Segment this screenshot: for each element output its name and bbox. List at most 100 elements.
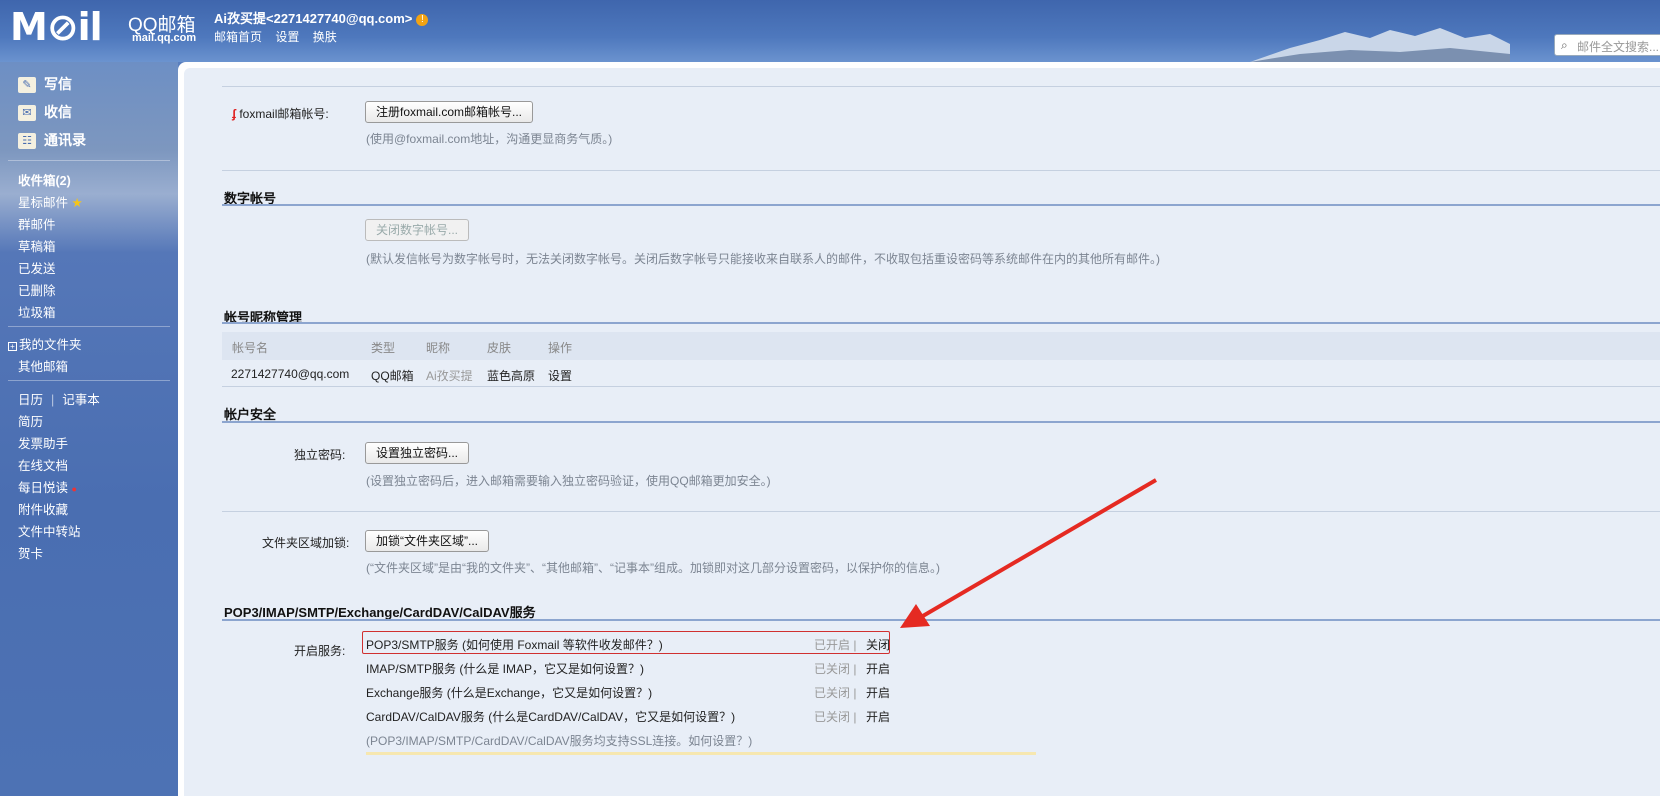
pencil-icon: ✎ [18,77,36,94]
service-name-exchange[interactable]: Exchange服务 (什么是Exchange，它又是如何设置？) [366,684,652,701]
calendar-link[interactable]: 日历 [18,393,43,407]
search-placeholder: 邮件全文搜索... [1577,40,1660,54]
write-label: 写信 [44,76,72,92]
write-button[interactable]: ✎ 写信 [18,74,72,94]
sidebar-item-daily-read[interactable]: 每日悦读 ● [18,477,77,496]
cell-type: QQ邮箱 [371,369,414,383]
new-dot-icon: ● [71,484,77,494]
divider [222,170,1660,171]
top-bar: M⊘il QQ邮箱 mail.qq.com Ai孜买提<2271427740@q… [0,0,1660,62]
contacts-icon: ☷ [18,133,36,150]
service-status-imap: 已关闭 | [814,662,857,676]
set-password-button[interactable]: 设置独立密码... [365,442,470,464]
logo-text: M⊘il [10,5,103,49]
sidebar-item-cards[interactable]: 贺卡 [18,543,43,562]
user-info: Ai孜买提<2271427740@qq.com>! [214,8,429,27]
password-note: (设置独立密码后，进入邮箱需要输入独立密码验证，使用QQ邮箱更加安全。) [366,474,771,488]
service-toggle-imap[interactable]: 开启 [866,660,890,677]
link-skin[interactable]: 换肤 [313,30,337,44]
foxmail-label-row: ʄ foxmail邮箱帐号: [232,105,329,122]
col-skin: 皮肤 [487,341,512,355]
sidebar-item-starred[interactable]: 星标邮件 ★ [18,192,83,211]
sidebar-item-calendar-notes: 日历 | 记事本 [18,393,100,407]
service-name-imap[interactable]: IMAP/SMTP服务 (什么是 IMAP，它又是如何设置？) [366,660,644,677]
divider [222,322,1660,324]
table-header: 帐号名 类型 昵称 皮肤 操作 [222,332,1660,360]
sidebar-item-inbox[interactable]: 收件箱(2) [18,170,71,189]
service-status-carddav: 已关闭 | [814,710,857,724]
user-display: Ai孜买提<2271427740@qq.com> [214,11,413,26]
cell-account: 2271427740@qq.com [231,367,350,381]
cell-settings-link[interactable]: 设置 [548,367,572,384]
link-mail-home[interactable]: 邮箱首页 [214,30,262,44]
settings-content: ʄ foxmail邮箱帐号: 注册foxmail.com邮箱帐号... (使用@… [184,68,1660,796]
sidebar-item-resume[interactable]: 简历 [18,411,43,430]
notes-link[interactable]: 记事本 [62,393,100,407]
service-toggle-carddav[interactable]: 开启 [866,708,890,725]
sidebar: ✎ 写信 ✉ 收信 ☷ 通讯录 收件箱(2) 星标邮件 ★ 群邮件 草稿箱 已发送 已… [0,62,178,796]
foxmail-icon: ʄ [232,107,236,121]
mountain-decoration [1250,28,1510,62]
link-settings[interactable]: 设置 [275,30,299,44]
daily-read-label: 每日悦读 [18,481,69,495]
divider [8,380,170,381]
my-folders-label: 我的文件夹 [19,338,82,352]
cell-nickname: Ai孜买提 [426,369,473,383]
service-name-pop3[interactable]: POP3/SMTP服务 (如何使用 Foxmail 等软件收发邮件？) [366,636,663,653]
col-type: 类型 [371,341,396,355]
service-status-pop3: 已开启 | [814,638,857,652]
starred-label: 星标邮件 [18,196,69,210]
notice-strip [366,752,1036,755]
divider [222,204,1660,206]
cell-skin: 蓝色高原 [487,369,536,383]
sidebar-item-spam[interactable]: 垃圾箱 [18,302,56,321]
sidebar-item-other-mail[interactable]: 其他邮箱 [18,356,68,375]
warning-icon[interactable]: ! [416,13,429,26]
register-foxmail-button[interactable]: 注册foxmail.com邮箱帐号... [365,101,534,123]
sidebar-item-deleted[interactable]: 已删除 [18,280,56,299]
top-links: 邮箱首页 设置 换肤 [214,28,347,45]
service-toggle-pop3[interactable]: 关闭 [866,636,890,653]
independent-password-label: 独立密码: [294,448,346,462]
foxmail-note: (使用@foxmail.com地址，沟通更显商务气质。) [366,132,613,146]
sidebar-item-docs[interactable]: 在线文档 [18,455,68,474]
main-panel: ʄ foxmail邮箱帐号: 注册foxmail.com邮箱帐号... (使用@… [178,62,1660,796]
red-arrow-annotation [900,478,1158,628]
col-action: 操作 [548,341,573,355]
sidebar-item-attachments[interactable]: 附件收藏 [18,499,68,518]
divider [222,86,1660,87]
divider [8,326,170,327]
divider [222,421,1660,423]
envelope-icon: ✉ [18,105,36,122]
qq-mail-logo[interactable]: M⊘il QQ邮箱 mail.qq.com [10,5,196,49]
lock-folders-button[interactable]: 加锁“文件夹区域”... [365,530,489,552]
sidebar-item-group[interactable]: 群邮件 [18,214,56,233]
sidebar-item-sent[interactable]: 已发送 [18,258,56,277]
receive-label: 收信 [44,104,72,120]
sidebar-item-my-folders[interactable]: + 我的文件夹 [8,334,82,353]
search-input[interactable]: ⌕ 邮件全文搜索... [1554,34,1660,56]
ssl-note: (POP3/IMAP/SMTP/CardDAV/CalDAV服务均支持SSL连接… [366,734,753,748]
divider [8,160,170,161]
star-icon: ★ [71,196,83,210]
service-toggle-exchange[interactable]: 开启 [866,684,890,701]
foxmail-label: foxmail邮箱帐号: [239,107,329,121]
sidebar-item-invoice[interactable]: 发票助手 [18,433,68,452]
logo-domain: mail.qq.com [132,32,197,44]
col-account: 帐号名 [232,341,269,355]
sidebar-item-file-transfer[interactable]: 文件中转站 [18,521,81,540]
folder-lock-note: (“文件夹区域”是由“我的文件夹”、“其他邮箱”、“记事本”组成。加锁即对这几部… [366,561,940,575]
service-status-exchange: 已关闭 | [814,686,857,700]
search-icon: ⌕ [1561,38,1568,52]
contacts-label: 通讯录 [44,132,86,148]
folder-lock-label: 文件夹区域加锁: [262,536,350,550]
close-digital-account-button[interactable]: 关闭数字帐号... [365,219,470,241]
service-name-carddav[interactable]: CardDAV/CalDAV服务 (什么是CardDAV/CalDAV，它又是如… [366,708,735,725]
sidebar-item-drafts[interactable]: 草稿箱 [18,236,56,255]
contacts-button[interactable]: ☷ 通讯录 [18,130,86,150]
services-label: 开启服务: [294,644,346,658]
expand-icon: + [8,342,17,351]
digital-account-note: (默认发信帐号为数字帐号时，无法关闭数字帐号。关闭后数字帐号只能接收来自联系人的… [366,252,1160,266]
receive-button[interactable]: ✉ 收信 [18,102,72,122]
col-nickname: 昵称 [426,341,451,355]
